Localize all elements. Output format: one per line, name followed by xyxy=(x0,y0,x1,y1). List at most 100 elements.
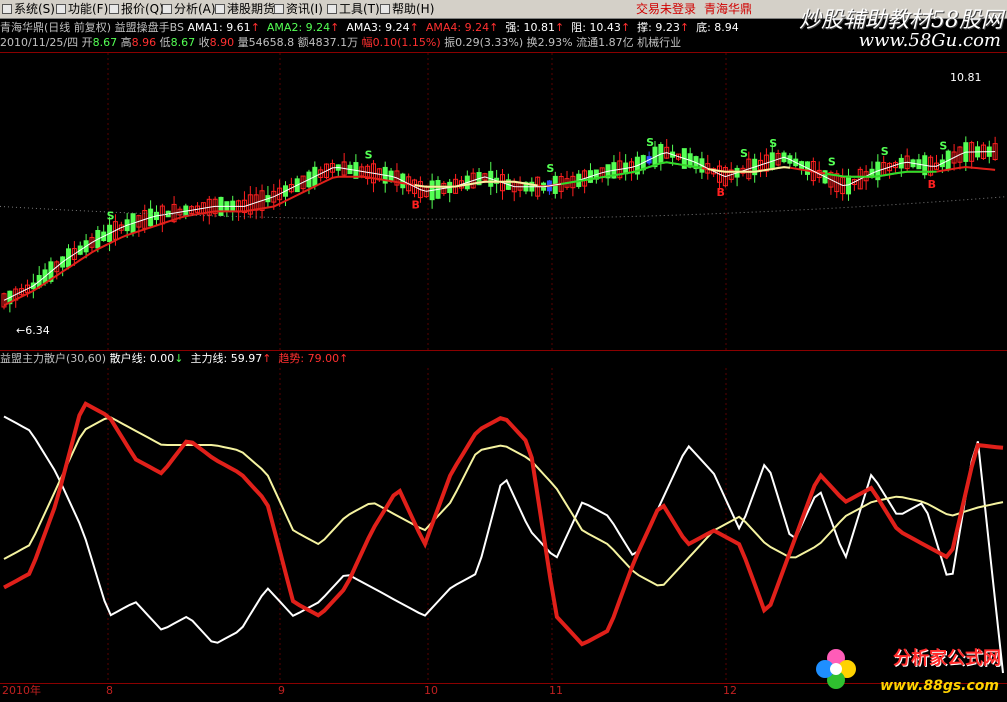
sell-signal-marker: S xyxy=(828,156,836,169)
x-axis-label: 8 xyxy=(106,684,113,697)
price-chart[interactable]: S S B S S S S S S S B B 10.81 ←6.34 xyxy=(0,53,1007,350)
system-icon xyxy=(2,4,12,14)
logo-title: 分析家公式网 xyxy=(893,648,1001,669)
trend-line-value: 79.00 xyxy=(307,352,340,365)
menu-system[interactable]: 系统(S) xyxy=(2,1,55,17)
volume-value: 54658.8 xyxy=(248,36,295,49)
flower-logo-icon xyxy=(816,649,856,689)
down-arrow-icon: ↓ xyxy=(174,352,184,365)
menu-news[interactable]: 资讯(I) xyxy=(274,1,323,17)
menu-hk-futures[interactable]: 港股期货 xyxy=(215,1,275,17)
main-line-label: 主力线: xyxy=(190,352,231,365)
float-value: 1.87亿 xyxy=(598,36,634,49)
up-arrow-icon: ↑ xyxy=(489,21,499,34)
sell-signal-marker: S xyxy=(939,139,947,152)
bottom-label: 底: xyxy=(696,21,715,34)
strong-value: 10.81 xyxy=(523,21,556,34)
menu-analysis[interactable]: 分析(A) xyxy=(162,1,216,17)
change-label: 幅 xyxy=(361,36,373,49)
x-axis-label: 11 xyxy=(549,684,563,697)
retail-line xyxy=(3,415,1004,674)
analysis-icon xyxy=(162,4,172,14)
x-axis-label: 9 xyxy=(278,684,285,697)
main-line-value: 59.97 xyxy=(230,352,263,365)
turnover-value: 2.93% xyxy=(537,36,573,49)
bottom-value: 8.94 xyxy=(714,21,739,34)
ama1-value: 9.61 xyxy=(226,21,251,34)
trade-login-status[interactable]: 交易未登录 xyxy=(636,1,696,17)
formula-name[interactable]: 益盟操盘手BS xyxy=(115,21,184,34)
sell-signal-marker: S xyxy=(107,209,115,222)
low-label: 低 xyxy=(159,36,171,49)
logo-url: www.88gs.com xyxy=(880,678,999,694)
quote-row: 2010/11/25/四 开8.67 高8.96 低8.67 收8.90 量54… xyxy=(0,36,681,50)
ama1-label: AMA1: xyxy=(187,21,227,34)
strong-label: 强: xyxy=(505,21,524,34)
quote-icon xyxy=(109,4,119,14)
ama2-value: 9.24 xyxy=(305,21,331,34)
industry-label[interactable]: 机械行业 xyxy=(637,36,681,49)
high-value: 8.96 xyxy=(131,36,157,49)
help-icon xyxy=(380,4,390,14)
sell-signal-marker: S xyxy=(740,147,748,160)
x-axis-label: 12 xyxy=(723,684,737,697)
support-value: 9.23 xyxy=(655,21,680,34)
candlestick-series xyxy=(1,136,998,313)
change-value: 0.10(1.15%) xyxy=(372,36,441,49)
open-value: 8.67 xyxy=(92,36,118,49)
x-axis-label: 10 xyxy=(424,684,438,697)
current-stock-name: 青海华鼎 xyxy=(704,2,753,16)
open-label: 开 xyxy=(81,36,93,49)
volume-label: 量 xyxy=(237,36,249,49)
up-arrow-icon: ↑ xyxy=(620,21,631,34)
x-axis-label: 2010年 xyxy=(2,684,41,697)
amplitude-value: 0.29(3.33%) xyxy=(455,36,524,49)
menu-tools[interactable]: 工具(T) xyxy=(327,1,380,17)
up-arrow-icon: ↑ xyxy=(679,21,690,34)
sell-signal-marker: S xyxy=(881,145,889,158)
indicator-name[interactable]: 益盟主力散户(30,60) xyxy=(0,352,106,365)
menu-quote-label: 报价(Q) xyxy=(121,2,164,16)
low-value: 8.67 xyxy=(170,36,196,49)
ama4-value: 9.24 xyxy=(464,21,490,34)
menu-help-label: 帮助(H) xyxy=(392,2,435,16)
sell-signal-marker: S xyxy=(546,162,554,175)
menu-function[interactable]: 功能(F) xyxy=(56,1,108,17)
menu-help[interactable]: 帮助(H) xyxy=(380,1,434,17)
watermark-url: www.58Gu.com xyxy=(858,30,1001,51)
resist-value: 10.43 xyxy=(589,21,621,34)
up-arrow-icon: ↑ xyxy=(409,21,419,34)
up-arrow-icon: ↑ xyxy=(339,352,349,365)
tools-icon xyxy=(327,4,337,14)
sell-signal-marker: S xyxy=(769,137,777,150)
hk-futures-icon xyxy=(215,4,225,14)
menu-quote[interactable]: 报价(Q) xyxy=(109,1,164,17)
support-label: 撑: xyxy=(637,21,656,34)
float-label: 流通 xyxy=(576,36,599,49)
buy-signal-marker: B xyxy=(716,186,724,199)
quote-date: 2010/11/25/四 xyxy=(0,36,79,49)
indicator-row: 青海华鼎(日线 前复权) 益盟操盘手BS AMA1: 9.61 ↑ AMA2: 9… xyxy=(0,21,739,35)
high-price-mark: 10.81 xyxy=(950,71,982,84)
up-arrow-icon: ↑ xyxy=(555,21,565,34)
ama3-value: 9.24 xyxy=(385,21,410,34)
retail-line-value: 0.00 xyxy=(149,352,175,365)
panel-divider xyxy=(0,350,1007,351)
menu-system-label: 系统(S) xyxy=(14,2,55,16)
trend-line-label: 趋势: xyxy=(278,352,308,365)
close-value: 8.90 xyxy=(209,36,235,49)
ama2-label: AMA2: xyxy=(266,21,306,34)
stock-name[interactable]: 青海华鼎 xyxy=(0,21,44,34)
menu-analysis-label: 分析(A) xyxy=(174,2,216,16)
indicator-chart[interactable] xyxy=(0,368,1007,683)
menu-news-label: 资讯(I) xyxy=(286,2,323,16)
up-arrow-icon: ↑ xyxy=(330,21,340,34)
ama3-label: AMA3: xyxy=(346,21,386,34)
turnover-label: 换 xyxy=(526,36,538,49)
main-force-line xyxy=(3,416,1004,587)
amount-label: 额 xyxy=(297,36,309,49)
resist-label: 阻: xyxy=(571,21,590,34)
menu-hk-futures-label: 港股期货 xyxy=(227,2,276,16)
period-label[interactable]: (日线 前复权) xyxy=(44,21,111,34)
low-price-mark-value: 6.34 xyxy=(25,324,50,337)
